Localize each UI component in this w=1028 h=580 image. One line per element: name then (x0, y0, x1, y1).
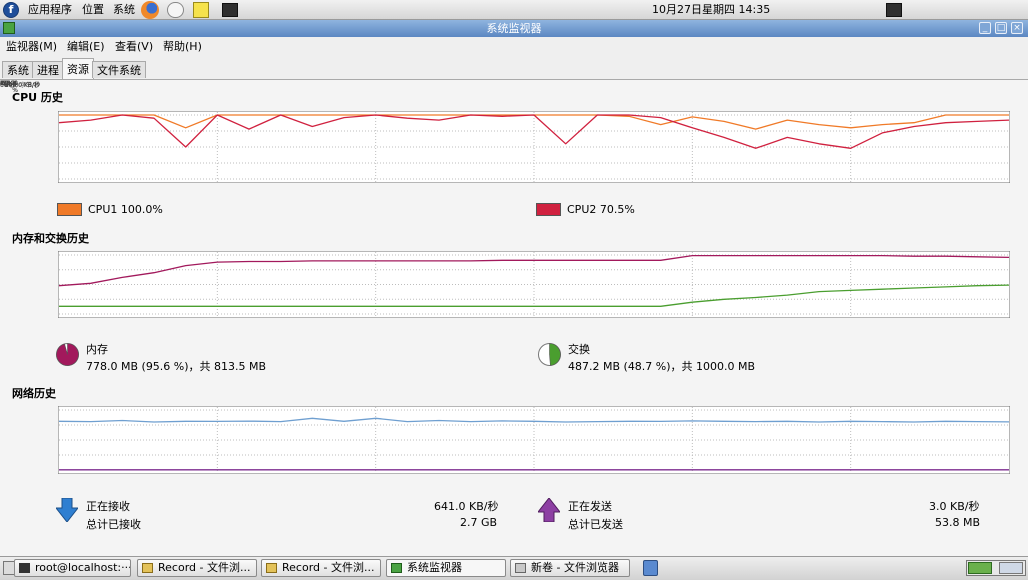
notes-icon[interactable] (193, 2, 209, 18)
total-sent-value: 53.8 MB (935, 516, 981, 529)
workspace-1[interactable] (968, 562, 992, 574)
tab-processes[interactable]: 进程 (32, 61, 64, 78)
memory-history-chart (58, 251, 1010, 318)
taskbar-item-system-monitor[interactable]: 系统监视器 (386, 559, 506, 577)
menubar: 监视器(M) 编辑(E) 查看(V) 帮助(H) (0, 37, 1028, 57)
receiving-arrow-icon (56, 498, 78, 522)
bottom-panel: root@localhost:··· Record - 文件浏... Recor… (0, 556, 1028, 580)
cpu2-legend: CPU2 70.5% (567, 203, 635, 216)
terminal-icon (19, 563, 30, 573)
taskbar-label: root@localhost:··· (35, 561, 131, 574)
clock[interactable]: 10月27日星期四 14:35 (652, 0, 770, 20)
tab-system[interactable]: 系统 (2, 61, 34, 78)
terminal-icon[interactable] (222, 3, 238, 17)
menu-edit[interactable]: 编辑(E) (67, 37, 105, 57)
mail-icon[interactable] (167, 2, 184, 18)
workspace-2[interactable] (999, 562, 1023, 574)
fedora-logo-icon[interactable]: f (3, 2, 19, 18)
taskbar-item-terminal[interactable]: root@localhost:··· (14, 559, 131, 577)
tab-bar: 系统 进程 资源 文件系统 (0, 58, 1028, 79)
system-menu[interactable]: 系统 (113, 0, 135, 20)
taskbar-item-file-browser[interactable]: 新卷 - 文件浏览器 (510, 559, 630, 577)
pie-slice (549, 343, 561, 366)
receiving-label: 正在接收 (86, 500, 130, 513)
swap-value: 487.2 MB (48.7 %)，共 1000.0 MB (568, 360, 756, 373)
cpu-section-title: CPU 历史 (12, 91, 63, 104)
firefox-icon[interactable] (141, 1, 159, 19)
menu-monitor[interactable]: 监视器(M) (6, 37, 57, 57)
top-panel: f 应用程序 位置 系统 10月27日星期四 14:35 (0, 0, 1028, 20)
monitor-icon (391, 563, 402, 573)
memory-label: 内存 (86, 343, 108, 356)
trash-icon[interactable] (643, 560, 658, 576)
cpu1-legend: CPU1 100.0% (88, 203, 163, 216)
menu-help[interactable]: 帮助(H) (163, 37, 202, 57)
x-tick-label: 0 (0, 80, 4, 87)
total-received-value: 2.7 GB (460, 516, 498, 529)
total-received-label: 总计已接收 (86, 518, 141, 531)
swap-pie-icon[interactable] (537, 342, 562, 367)
maximize-button[interactable]: □ (995, 22, 1007, 34)
folder-icon (142, 563, 153, 573)
tab-resources[interactable]: 资源 (62, 58, 94, 79)
swap-label: 交换 (568, 343, 590, 356)
sending-value: 3.0 KB/秒 (929, 500, 980, 513)
menu-view[interactable]: 查看(V) (115, 37, 153, 57)
memory-section-title: 内存和交换历史 (12, 232, 89, 245)
folder-icon (266, 563, 277, 573)
pie-slice (56, 343, 79, 366)
window-titlebar[interactable]: 系统监视器 _ □ × (0, 20, 1028, 37)
sending-arrow-icon (538, 498, 560, 522)
tab-filesystems[interactable]: 文件系统 (92, 61, 146, 78)
terminal-tray-icon[interactable] (886, 3, 902, 17)
taskbar-label: 新卷 - 文件浏览器 (531, 561, 619, 574)
minimize-button[interactable]: _ (979, 22, 991, 34)
cpu1-color-swatch[interactable] (57, 203, 82, 216)
cpu-history-chart (58, 111, 1010, 183)
receiving-value: 641.0 KB/秒 (434, 500, 499, 513)
taskbar-item-record-2[interactable]: Record - 文件浏... (261, 559, 381, 577)
taskbar-label: Record - 文件浏... (158, 561, 251, 574)
drive-icon (515, 563, 526, 573)
network-history-chart (58, 406, 1010, 474)
memory-pie-icon[interactable] (55, 342, 80, 367)
taskbar-item-record-1[interactable]: Record - 文件浏... (137, 559, 257, 577)
cpu2-color-swatch[interactable] (536, 203, 561, 216)
taskbar-label: 系统监视器 (407, 561, 462, 574)
total-sent-label: 总计已发送 (568, 518, 623, 531)
window-title: 系统监视器 (486, 22, 542, 35)
memory-value: 778.0 MB (95.6 %)，共 813.5 MB (86, 360, 267, 373)
system-monitor-window: 系统监视器 _ □ × 监视器(M) 编辑(E) 查看(V) 帮助(H) 系统 … (0, 20, 1028, 556)
network-section-title: 网络历史 (12, 387, 56, 400)
close-button[interactable]: × (1011, 22, 1023, 34)
applications-menu[interactable]: 应用程序 (28, 0, 72, 20)
resources-panel: CPU 历史 100 % 75 % 50 % 25 % 0 % 60 秒 50 40 30 20… (0, 79, 1028, 556)
taskbar-label: Record - 文件浏... (282, 561, 375, 574)
places-menu[interactable]: 位置 (82, 0, 104, 20)
sending-label: 正在发送 (568, 500, 612, 513)
window-app-icon[interactable] (3, 22, 15, 34)
